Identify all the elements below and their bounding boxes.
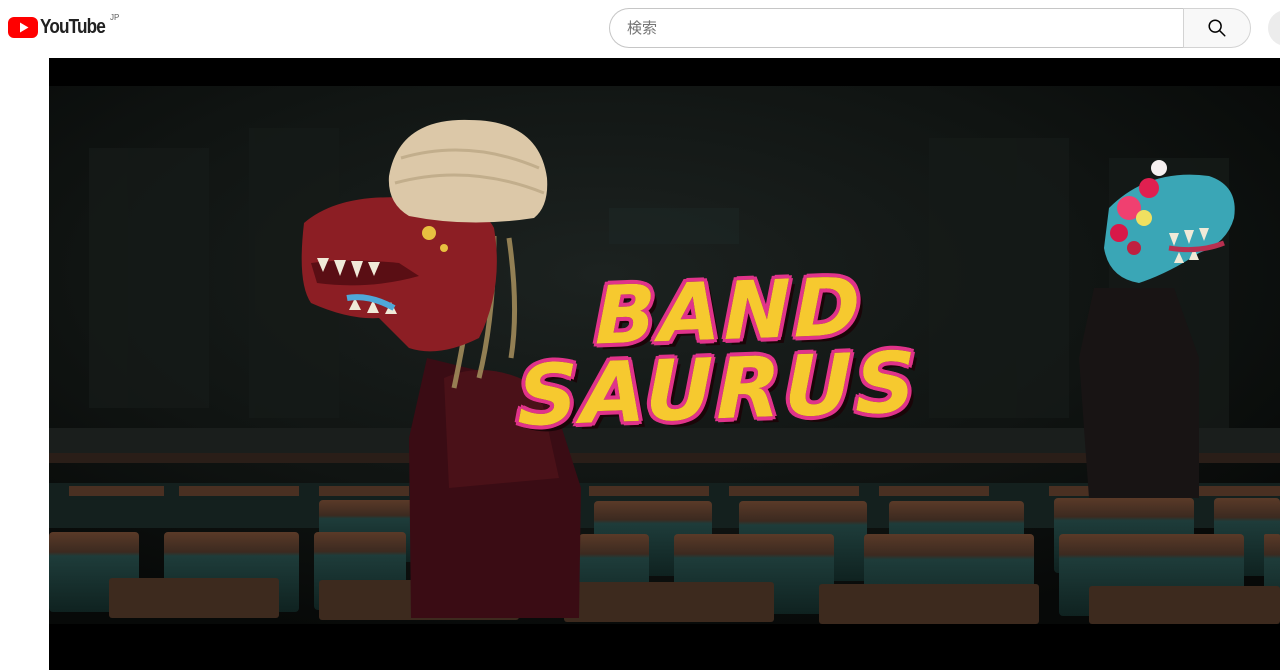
region-code: JP xyxy=(110,13,120,22)
search-icon xyxy=(1208,19,1226,37)
search-input[interactable] xyxy=(610,9,1183,47)
youtube-play-icon xyxy=(8,16,38,38)
logo-wordmark: YouTube xyxy=(40,16,106,38)
video-title-card: BAND SAURUS xyxy=(507,244,937,459)
youtube-home-logo[interactable]: YouTube xyxy=(8,14,116,40)
search-box xyxy=(609,8,1183,48)
title-card-line-2: SAURUS xyxy=(516,332,920,447)
masthead: YouTube JP xyxy=(0,0,1280,58)
avatar[interactable] xyxy=(1268,10,1280,46)
video-player[interactable]: BAND SAURUS xyxy=(49,58,1280,670)
search-button[interactable] xyxy=(1183,8,1251,48)
